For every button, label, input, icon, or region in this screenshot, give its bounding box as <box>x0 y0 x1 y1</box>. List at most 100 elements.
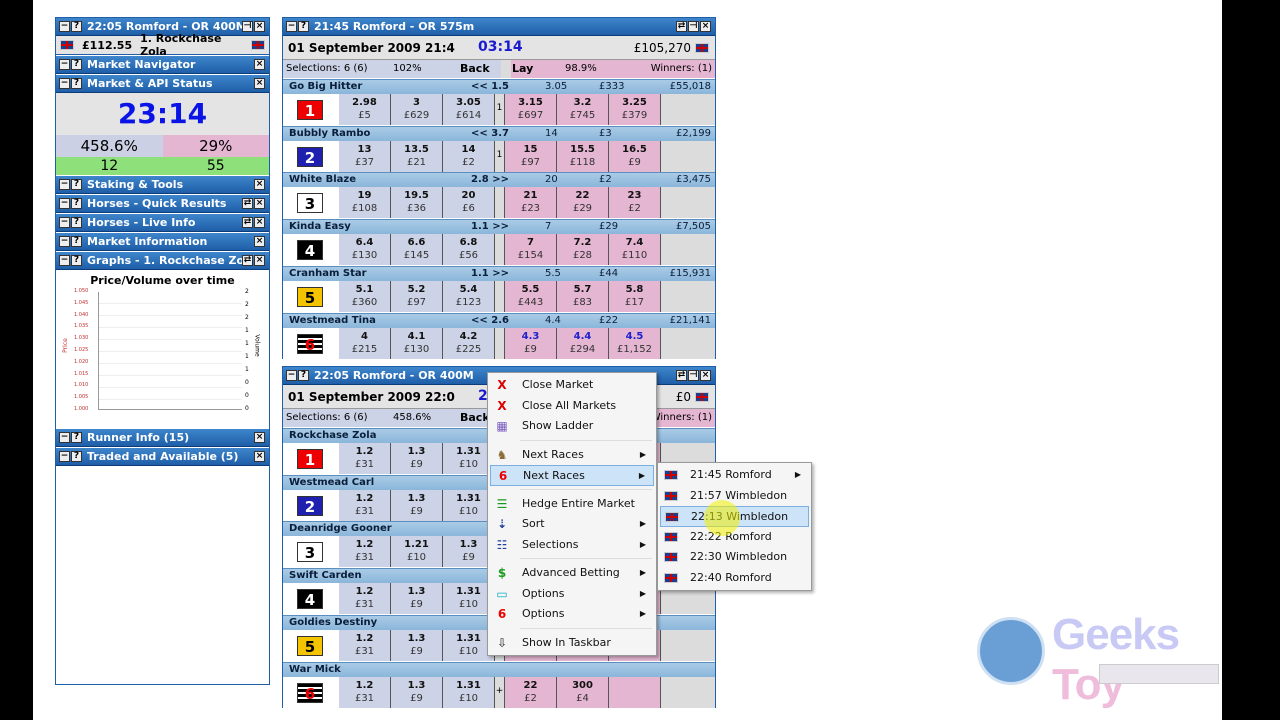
minimize-icon[interactable]: − <box>59 255 70 266</box>
lay-price-cell[interactable]: 16.5 £9 <box>609 140 661 172</box>
next-race-item[interactable]: 21:45 Romford ▶ <box>660 465 809 486</box>
minimize-icon[interactable]: − <box>59 451 70 462</box>
menu-item-next-races[interactable]: ♞ Next Races ▶ <box>490 445 654 466</box>
refresh-icon[interactable]: ⇄ <box>242 255 253 266</box>
minimize-icon[interactable]: − <box>59 432 70 443</box>
lay-price-cell[interactable] <box>609 676 661 708</box>
pin-icon[interactable]: ⊣ <box>688 21 699 32</box>
menu-item-show-in-taskbar[interactable]: ⇩ Show In Taskbar <box>490 633 654 654</box>
back-price-cell[interactable]: 1.31 £10 <box>443 676 495 708</box>
minimize-icon[interactable]: − <box>59 198 70 209</box>
menu-item-next-races[interactable]: 6 Next Races ▶ <box>490 465 654 486</box>
back-price-cell[interactable]: 1.3 £9 <box>391 583 443 615</box>
minimize-icon[interactable]: − <box>286 370 297 381</box>
lay-price-cell[interactable]: 4.5 £1,152 <box>609 327 661 359</box>
back-price-cell[interactable]: 5.2 £97 <box>391 280 443 312</box>
lay-price-cell[interactable]: 5.7 £83 <box>557 280 609 312</box>
menu-item-close-all-markets[interactable]: X Close All Markets <box>490 396 654 417</box>
minimize-icon[interactable]: − <box>286 21 297 32</box>
runner-name[interactable]: White Blaze <box>289 174 356 185</box>
back-price-cell[interactable]: 4.1 £130 <box>391 327 443 359</box>
lay-price-cell[interactable]: 5.5 £443 <box>505 280 557 312</box>
close-icon[interactable]: × <box>254 179 265 190</box>
close-icon[interactable]: × <box>700 370 711 381</box>
refresh-icon[interactable]: ⇄ <box>242 198 253 209</box>
back-price-cell[interactable]: 1.2 £31 <box>339 443 391 474</box>
help-icon[interactable]: ? <box>71 255 82 266</box>
pin-icon[interactable]: ⊣ <box>242 21 253 32</box>
runner-name[interactable]: Swift Carden <box>289 570 362 581</box>
lay-price-cell[interactable]: 7.4 £110 <box>609 234 661 266</box>
runner-name[interactable]: Goldies Destiny <box>289 617 377 628</box>
lay-price-cell[interactable]: 15.5 £118 <box>557 140 609 172</box>
close-icon[interactable]: × <box>254 21 265 32</box>
minimize-icon[interactable]: − <box>59 78 70 89</box>
runner-name[interactable]: Cranham Star <box>289 268 367 279</box>
back-label[interactable]: Back <box>460 411 490 424</box>
help-icon[interactable]: ? <box>71 179 82 190</box>
next-race-item[interactable]: 22:40 Romford <box>660 568 809 589</box>
menu-item-hedge-entire-market[interactable]: ☰ Hedge Entire Market <box>490 494 654 515</box>
back-price-cell[interactable]: 4.2 £225 <box>443 327 495 359</box>
lay-price-cell[interactable]: 300 £4 <box>557 676 609 708</box>
pin-icon[interactable]: ⊣ <box>688 370 699 381</box>
lay-price-cell[interactable]: 22 £29 <box>557 187 609 219</box>
back-price-cell[interactable]: 1.3 £9 <box>391 489 443 521</box>
runner-name[interactable]: Rockchase Zola <box>289 430 376 441</box>
help-icon[interactable]: ? <box>71 432 82 443</box>
back-price-cell[interactable]: 1.21 £10 <box>391 536 443 568</box>
menu-item-show-ladder[interactable]: ▦ Show Ladder <box>490 416 654 437</box>
minimize-icon[interactable]: − <box>59 217 70 228</box>
back-price-cell[interactable]: 5.1 £360 <box>339 280 391 312</box>
lay-price-cell[interactable]: 15 £97 <box>505 140 557 172</box>
back-price-cell[interactable]: 19.5 £36 <box>391 187 443 219</box>
menu-item-options[interactable]: 6 Options ▶ <box>490 604 654 625</box>
help-icon[interactable]: ? <box>71 59 82 70</box>
back-price-cell[interactable]: 6.8 £56 <box>443 234 495 266</box>
next-race-item[interactable]: 22:30 Wimbledon <box>660 547 809 568</box>
back-price-cell[interactable]: 1.2 £31 <box>339 676 391 708</box>
back-price-cell[interactable]: 1.3 £9 <box>391 629 443 661</box>
help-icon[interactable]: ? <box>71 236 82 247</box>
refresh-icon[interactable]: ⇄ <box>242 217 253 228</box>
menu-item-selections[interactable]: ☷ Selections ▶ <box>490 535 654 556</box>
refresh-icon[interactable]: ⇄ <box>676 370 687 381</box>
help-icon[interactable]: ? <box>298 370 309 381</box>
lay-price-cell[interactable]: 21 £23 <box>505 187 557 219</box>
lay-price-cell[interactable]: 22 £2 <box>505 676 557 708</box>
back-price-cell[interactable]: 20 £6 <box>443 187 495 219</box>
menu-item-advanced-betting[interactable]: $ Advanced Betting ▶ <box>490 563 654 584</box>
minimize-icon[interactable]: − <box>59 236 70 247</box>
back-price-cell[interactable]: 6.6 £145 <box>391 234 443 266</box>
close-icon[interactable]: × <box>254 217 265 228</box>
back-price-cell[interactable]: 1.2 £31 <box>339 629 391 661</box>
menu-item-options[interactable]: ▭ Options ▶ <box>490 584 654 605</box>
back-price-cell[interactable]: 13.5 £21 <box>391 140 443 172</box>
lay-price-cell[interactable]: 3.15 £697 <box>505 94 557 125</box>
back-price-cell[interactable]: 1.3 £9 <box>391 443 443 474</box>
lay-price-cell[interactable]: 4.4 £294 <box>557 327 609 359</box>
lay-price-cell[interactable]: 3.25 £379 <box>609 94 661 125</box>
back-price-cell[interactable]: 3.05 £614 <box>443 94 495 125</box>
runner-name[interactable]: Westmead Carl <box>289 477 374 488</box>
lay-price-cell[interactable]: 23 £2 <box>609 187 661 219</box>
menu-item-sort[interactable]: ⇣ Sort ▶ <box>490 514 654 535</box>
menu-item-close-market[interactable]: X Close Market <box>490 375 654 396</box>
back-price-cell[interactable]: 1.2 £31 <box>339 583 391 615</box>
close-icon[interactable]: × <box>254 198 265 209</box>
back-price-cell[interactable]: 13 £37 <box>339 140 391 172</box>
minimize-icon[interactable]: − <box>59 179 70 190</box>
back-price-cell[interactable]: 6.4 £130 <box>339 234 391 266</box>
minimize-icon[interactable]: − <box>59 59 70 70</box>
back-price-cell[interactable]: 1.2 £31 <box>339 536 391 568</box>
lay-price-cell[interactable]: 7.2 £28 <box>557 234 609 266</box>
help-icon[interactable]: ? <box>71 451 82 462</box>
lay-price-cell[interactable]: 7 £154 <box>505 234 557 266</box>
runner-name[interactable]: Kinda Easy <box>289 221 351 232</box>
lay-label[interactable]: Lay <box>512 62 533 75</box>
help-icon[interactable]: ? <box>71 78 82 89</box>
back-price-cell[interactable]: 4 £215 <box>339 327 391 359</box>
back-price-cell[interactable]: 19 £108 <box>339 187 391 219</box>
lay-price-cell[interactable]: 3.2 £745 <box>557 94 609 125</box>
close-icon[interactable]: × <box>254 255 265 266</box>
